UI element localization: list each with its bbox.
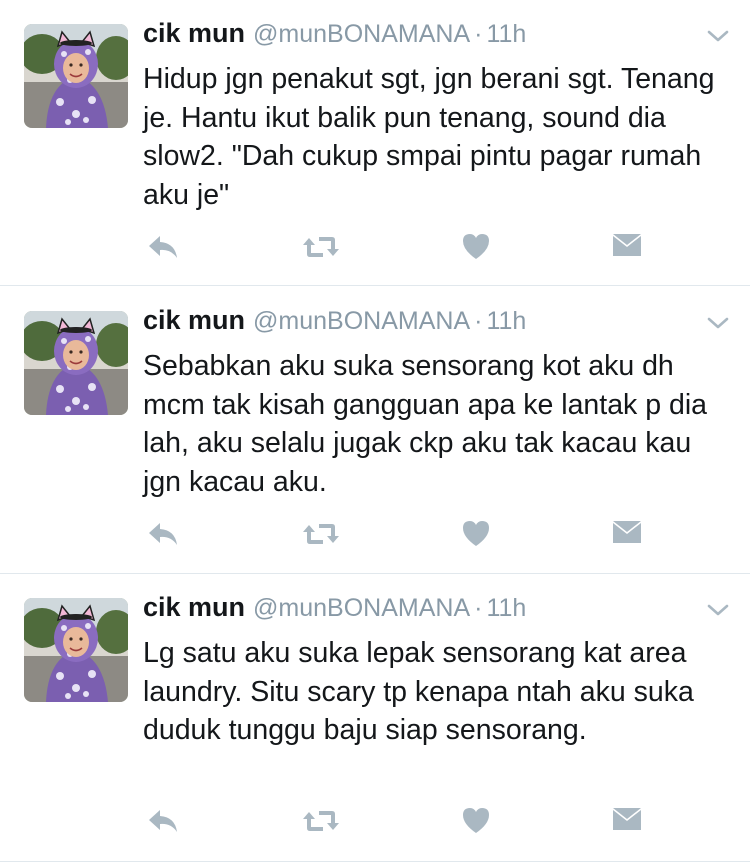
timestamp[interactable]: 11h: [486, 307, 526, 335]
envelope-icon: [611, 519, 643, 547]
tweet[interactable]: cik mun @munBONAMANA · 11h Sebabkan aku suk…: [0, 287, 750, 574]
tweet-actions: [143, 232, 663, 268]
tweet[interactable]: cik mun @munBONAMANA · 11h Hidup jgn penaku…: [0, 0, 750, 286]
chevron-down-icon[interactable]: [706, 315, 730, 331]
tweet-header: cik mun @munBONAMANA · 11h: [143, 592, 730, 632]
heart-icon: [461, 232, 491, 260]
tweet-header: cik mun @munBONAMANA · 11h: [143, 305, 730, 345]
retweet-icon: [301, 806, 341, 836]
username-handle[interactable]: @munBONAMANA: [253, 307, 470, 335]
separator-dot: ·: [474, 307, 483, 335]
tweet-header: cik mun @munBONAMANA · 11h: [143, 18, 730, 58]
retweet-button[interactable]: [301, 519, 341, 553]
username-handle[interactable]: @munBONAMANA: [253, 594, 470, 622]
avatar[interactable]: [24, 311, 128, 415]
retweet-icon: [301, 519, 341, 549]
tweet-text: Sebabkan aku suka sensorang kot aku dh m…: [143, 350, 708, 498]
tweet[interactable]: cik mun @munBONAMANA · 11h Lg satu aku suka…: [0, 574, 750, 862]
direct-message-button[interactable]: [611, 519, 643, 553]
like-button[interactable]: [461, 806, 491, 840]
avatar[interactable]: [24, 24, 128, 128]
reply-button[interactable]: [146, 806, 180, 840]
heart-icon: [461, 806, 491, 834]
tweet-text: Lg satu aku suka lepak sensorang kat are…: [143, 637, 694, 746]
direct-message-button[interactable]: [611, 232, 643, 266]
display-name[interactable]: cik mun: [143, 18, 245, 48]
display-name[interactable]: cik mun: [143, 592, 245, 622]
envelope-icon: [611, 232, 643, 260]
reply-icon: [146, 232, 180, 262]
tweet-text: Hidup jgn penakut sgt, jgn berani sgt. T…: [143, 63, 715, 211]
direct-message-button[interactable]: [611, 806, 643, 840]
retweet-icon: [301, 232, 341, 262]
like-button[interactable]: [461, 519, 491, 553]
username-handle[interactable]: @munBONAMANA: [253, 20, 470, 48]
retweet-button[interactable]: [301, 232, 341, 266]
chevron-down-icon[interactable]: [706, 28, 730, 44]
chevron-down-icon[interactable]: [706, 602, 730, 618]
retweet-button[interactable]: [301, 806, 341, 840]
avatar[interactable]: [24, 598, 128, 702]
reply-icon: [146, 806, 180, 836]
reply-button[interactable]: [146, 232, 180, 266]
timestamp[interactable]: 11h: [486, 20, 526, 48]
tweet-actions: [143, 519, 663, 555]
separator-dot: ·: [474, 20, 483, 48]
reply-icon: [146, 519, 180, 549]
tweet-actions: [143, 806, 663, 842]
like-button[interactable]: [461, 232, 491, 266]
separator-dot: ·: [474, 594, 483, 622]
display-name[interactable]: cik mun: [143, 305, 245, 335]
timestamp[interactable]: 11h: [486, 594, 526, 622]
envelope-icon: [611, 806, 643, 834]
heart-icon: [461, 519, 491, 547]
reply-button[interactable]: [146, 519, 180, 553]
